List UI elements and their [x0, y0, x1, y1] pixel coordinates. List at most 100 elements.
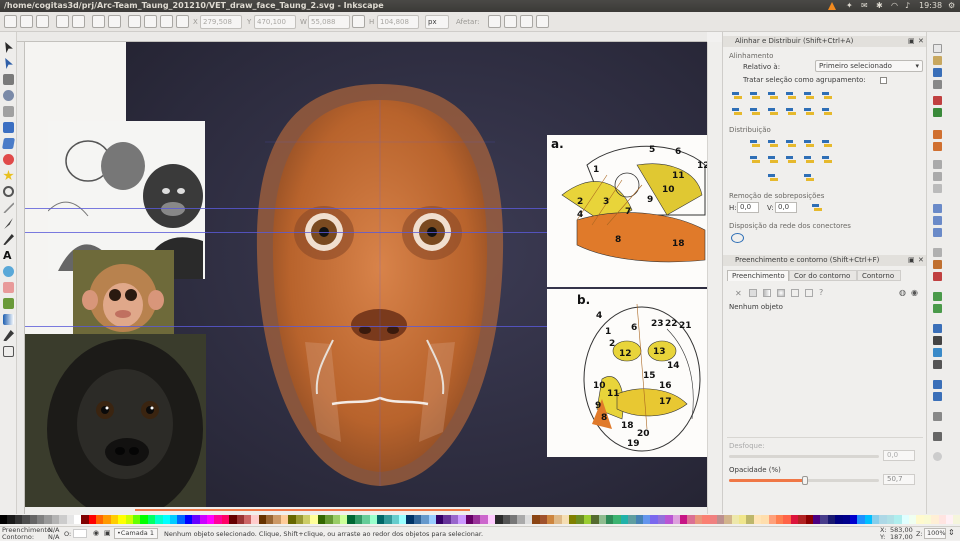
palette-swatch[interactable]: [369, 515, 377, 524]
pattern-icon[interactable]: [791, 289, 799, 297]
3dbox-tool-icon[interactable]: [2, 138, 15, 149]
new-document-icon[interactable]: [933, 44, 942, 53]
palette-swatch[interactable]: [436, 515, 444, 524]
palette-swatch[interactable]: [916, 515, 924, 524]
align-center-h-icon[interactable]: [767, 90, 779, 101]
affect-stroke-icon[interactable]: [488, 15, 501, 28]
zoom-tool-icon[interactable]: [3, 90, 14, 101]
palette-swatch[interactable]: [635, 515, 643, 524]
fill-rule-nonzero-icon[interactable]: ◉: [911, 288, 918, 297]
opacity-field[interactable]: 50,7: [883, 474, 915, 485]
spray-tool-icon[interactable]: [3, 266, 14, 277]
palette-swatch[interactable]: [184, 515, 193, 524]
palette-swatch[interactable]: [768, 515, 777, 524]
palette-swatch[interactable]: [59, 515, 67, 524]
palette-swatch[interactable]: [598, 515, 607, 524]
palette-swatch[interactable]: [273, 515, 281, 524]
palette-swatch[interactable]: [687, 515, 695, 524]
palette-swatch[interactable]: [731, 515, 740, 524]
zoom-selection-icon[interactable]: [933, 204, 942, 213]
palette-swatch[interactable]: [317, 515, 326, 524]
align-left-icon[interactable]: [749, 90, 761, 101]
print-icon[interactable]: [933, 80, 942, 89]
palette-swatch[interactable]: [22, 515, 30, 524]
palette-swatch[interactable]: [894, 515, 902, 524]
open-icon[interactable]: [933, 56, 942, 65]
palette-swatch[interactable]: [753, 515, 762, 524]
import-icon[interactable]: [933, 96, 942, 105]
group-icon[interactable]: [933, 292, 942, 301]
gear-icon[interactable]: ⚙: [948, 0, 955, 12]
dropbox-tray-icon[interactable]: ✦: [846, 0, 853, 12]
raise-icon[interactable]: [144, 15, 157, 28]
vertical-ruler[interactable]: [17, 42, 25, 514]
palette-swatch[interactable]: [546, 515, 555, 524]
opacity-slider-handle[interactable]: [802, 476, 809, 485]
copy-icon[interactable]: [933, 160, 942, 169]
horizontal-ruler[interactable]: [17, 32, 707, 42]
rect-tool-icon[interactable]: [3, 122, 14, 133]
palette-swatch[interactable]: [827, 515, 836, 524]
dropper-tool-icon[interactable]: [3, 330, 14, 341]
palette-swatch[interactable]: [642, 515, 651, 524]
align-bottom-icon[interactable]: [785, 106, 797, 117]
gorilla-photo[interactable]: [25, 334, 206, 507]
distribute-baseline-v-icon[interactable]: [821, 154, 833, 165]
unset-paint-icon[interactable]: ?: [819, 288, 823, 297]
palette-swatch[interactable]: [502, 515, 510, 524]
palette-swatch[interactable]: [532, 515, 540, 524]
remove-overlaps-icon[interactable]: [811, 202, 823, 213]
align-center-v-icon[interactable]: [767, 106, 779, 117]
fill-stroke-panel-title[interactable]: Preenchimento e contorno (Shift+Ctrl+F): [723, 255, 927, 266]
palette-swatch[interactable]: [214, 515, 222, 524]
palette-swatch[interactable]: [946, 515, 954, 524]
cut-icon[interactable]: [933, 172, 942, 181]
affect-patterns-icon[interactable]: [536, 15, 549, 28]
panel-menu-icon[interactable]: ▣: [908, 37, 915, 45]
transform-dialog-icon[interactable]: [933, 392, 942, 401]
treat-as-group-checkbox[interactable]: [880, 77, 887, 84]
palette-swatch[interactable]: [243, 515, 252, 524]
palette-swatch[interactable]: [790, 515, 799, 524]
affect-gradients-icon[interactable]: [520, 15, 533, 28]
palette-swatch[interactable]: [583, 515, 592, 524]
palette-swatch[interactable]: [628, 515, 636, 524]
distribute-left-icon[interactable]: [749, 138, 761, 149]
wifi-tray-icon[interactable]: ◠: [891, 0, 898, 12]
palette-swatch[interactable]: [606, 515, 614, 524]
palette-swatch[interactable]: [51, 515, 60, 524]
distribute-center-h-icon[interactable]: [767, 138, 779, 149]
sound-tray-icon[interactable]: ♪: [905, 0, 910, 12]
align-text-baseline-icon[interactable]: [821, 90, 833, 101]
palette-swatch[interactable]: [724, 515, 732, 524]
raise-to-top-icon[interactable]: [128, 15, 141, 28]
linear-gradient-icon[interactable]: [763, 289, 771, 297]
zoom-drawing-icon[interactable]: [933, 216, 942, 225]
paste-icon[interactable]: [933, 184, 942, 193]
palette-swatch[interactable]: [879, 515, 887, 524]
palette-swatch[interactable]: [561, 515, 570, 524]
close-icon[interactable]: ✕: [918, 37, 924, 45]
tab-fill[interactable]: Preenchimento: [727, 270, 789, 281]
palette-swatch[interactable]: [672, 515, 680, 524]
arrange-connectors-icon[interactable]: [731, 233, 744, 243]
palette-swatch[interactable]: [96, 515, 104, 524]
overlap-h-field[interactable]: 0,0: [737, 202, 759, 213]
palette-swatch[interactable]: [665, 515, 673, 524]
distribute-gaps-h-icon[interactable]: [803, 138, 815, 149]
palette-swatch[interactable]: [864, 515, 873, 524]
palette-swatch[interactable]: [458, 515, 466, 524]
rotate-ccw-icon[interactable]: [56, 15, 69, 28]
palette-swatch[interactable]: [835, 515, 843, 524]
align-right-edge-icon[interactable]: [803, 90, 815, 101]
tab-stroke-paint[interactable]: Cor do contorno: [789, 270, 857, 281]
palette-swatch[interactable]: [820, 515, 828, 524]
palette-swatch[interactable]: [36, 515, 45, 524]
y-field[interactable]: 470,100: [254, 15, 296, 29]
duplicate-icon[interactable]: [933, 248, 942, 257]
palette-swatch[interactable]: [554, 515, 562, 524]
palette-swatch[interactable]: [450, 515, 459, 524]
palette-swatch[interactable]: [901, 515, 910, 524]
palette-swatch[interactable]: [613, 515, 621, 524]
palette-swatch[interactable]: [14, 515, 23, 524]
